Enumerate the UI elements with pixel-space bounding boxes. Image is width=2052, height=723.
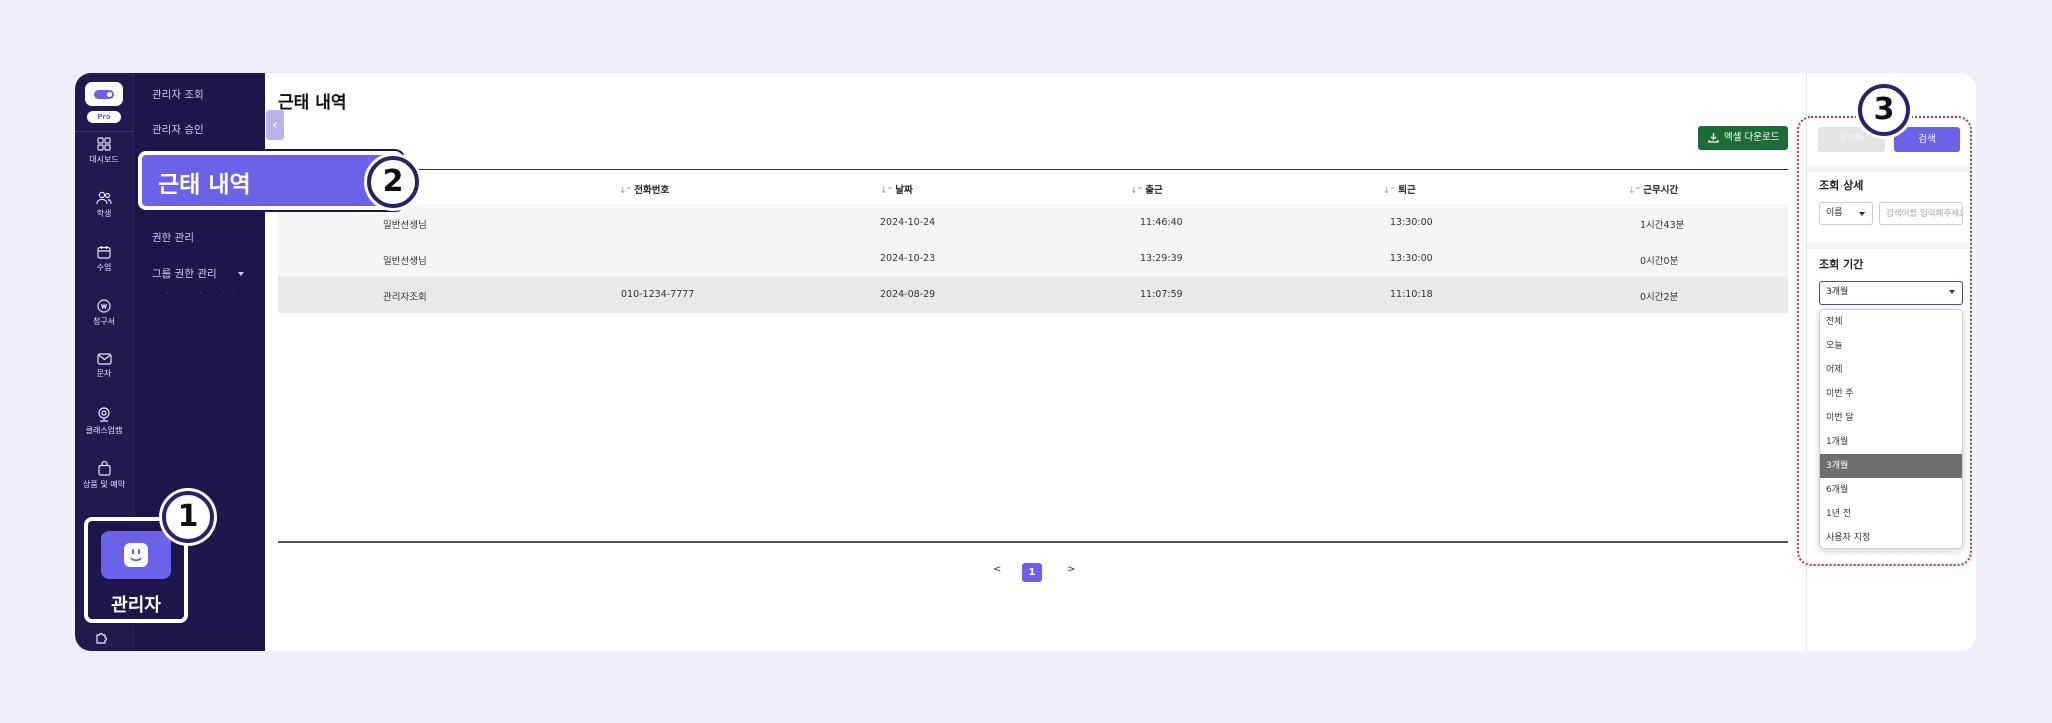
sort-icon: ↓⁼ <box>1383 186 1396 196</box>
cell-work-hours: 1시간43분 <box>1640 220 1685 231</box>
webcam-icon <box>98 407 110 422</box>
rail-item-messages[interactable]: 문자 <box>75 353 133 397</box>
submenu-item-permissions[interactable]: 권한 관리 <box>152 230 194 245</box>
calendar-icon <box>97 246 111 259</box>
column-header-work-hours[interactable]: ↓⁼ 근무시간 <box>1628 182 1678 196</box>
sort-icon: ↓⁼ <box>1130 186 1143 196</box>
table-header: ↓⁼ 전화번호 ↓⁼ 날짜 ↓⁼ 출근 ↓⁼ 퇴근 ↓⁼ 근무시간 <box>278 169 1788 205</box>
table-row[interactable]: 일반선생님 2024-10-23 13:29:39 13:30:00 0시간0분 <box>278 241 1788 277</box>
submenu-placeholder-dots: · · · · · · <box>166 289 239 298</box>
pager-current-page[interactable]: 1 <box>1022 563 1042 582</box>
submenu-item-admin-list[interactable]: 관리자 조회 <box>152 87 204 102</box>
rail-divider <box>75 131 133 132</box>
sort-icon: ↓⁼ <box>619 186 632 196</box>
rail-item-classes[interactable]: 수업 <box>75 245 133 289</box>
step-badge-1: 1 <box>162 491 214 543</box>
submenu-item-admin-approval[interactable]: 관리자 승인 <box>152 122 204 137</box>
submenu-item-group-permissions[interactable]: 그룹 권한 관리 <box>152 266 217 281</box>
cell-date: 2024-10-24 <box>880 217 936 228</box>
rail-item-label: 수업 <box>96 263 112 272</box>
rail-item-label: 대시보드 <box>89 155 119 164</box>
filter-panel-highlight <box>1797 116 1972 566</box>
rail-item-classupcam[interactable]: 클래스업캠 <box>75 407 133 451</box>
cell-clock-out: 13:30:00 <box>1390 253 1433 264</box>
excel-download-button[interactable]: 엑셀 다운로드 <box>1698 126 1788 150</box>
sort-icon: ↓⁼ <box>1628 186 1641 196</box>
users-icon <box>96 191 112 205</box>
cell-work-hours: 0시간2분 <box>1640 292 1679 303</box>
rail-item-dashboard[interactable]: 대시보드 <box>75 137 133 181</box>
toggle-logo-icon <box>94 90 114 99</box>
cell-work-hours: 0시간0분 <box>1640 256 1679 267</box>
cell-clock-out: 11:10:18 <box>1390 289 1433 300</box>
rail-item-label: 학생 <box>96 209 112 218</box>
cell-phone: 010-1234-7777 <box>621 289 695 300</box>
table-bottom-border <box>278 541 1788 543</box>
column-header-phone[interactable]: ↓⁼ 전화번호 <box>619 182 669 196</box>
step-badge-2: 2 <box>367 156 419 208</box>
column-header-date[interactable]: ↓⁼ 날짜 <box>880 182 913 196</box>
cell-clock-in: 11:07:59 <box>1140 289 1183 300</box>
attendance-menu-label: 근태 내역 <box>158 172 251 198</box>
download-icon <box>1708 133 1719 143</box>
column-header-clock-out[interactable]: ↓⁼ 퇴근 <box>1383 182 1416 196</box>
pager-prev-button[interactable]: < <box>993 564 1001 575</box>
bag-icon <box>97 461 111 476</box>
main-content: 근태 내역 엑셀 다운로드 ↓⁼ 전화번호 ↓⁼ 날짜 ↓⁼ 출근 ↓⁼ 퇴근 ↓⁼ 근무… <box>265 73 1806 651</box>
rail-item-products[interactable]: 상품 및 예약 <box>75 461 133 505</box>
cell-clock-out: 13:30:00 <box>1390 217 1433 228</box>
cell-clock-in: 13:29:39 <box>1140 253 1183 264</box>
cell-name: 일반선생님 <box>383 220 427 231</box>
pro-badge: Pro <box>87 111 121 123</box>
table-row[interactable]: 관리자조회 010-1234-7777 2024-08-29 11:07:59 … <box>278 277 1788 313</box>
column-header-clock-in[interactable]: ↓⁼ 출근 <box>1130 182 1163 196</box>
rail-item-label: 클래스업캠 <box>85 426 123 435</box>
cell-date: 2024-10-23 <box>880 253 936 264</box>
excel-download-label: 엑셀 다운로드 <box>1724 132 1780 143</box>
coin-icon <box>97 299 111 313</box>
rail-item-students[interactable]: 학생 <box>75 191 133 235</box>
step-badge-3: 3 <box>1858 84 1910 136</box>
cell-date: 2024-08-29 <box>880 289 936 300</box>
sort-icon: ↓⁼ <box>880 186 893 196</box>
puzzle-icon[interactable] <box>95 629 109 648</box>
rail-item-label: 상품 및 예약 <box>83 480 125 489</box>
attendance-table: ↓⁼ 전화번호 ↓⁼ 날짜 ↓⁼ 출근 ↓⁼ 퇴근 ↓⁼ 근무시간 일반선생님 2024-… <box>278 169 1788 313</box>
admin-avatar <box>101 531 171 579</box>
cell-name: 관리자조회 <box>383 292 427 303</box>
page-title: 근태 내역 <box>278 93 347 113</box>
mail-icon <box>96 353 112 365</box>
attendance-menu-highlight[interactable]: 근태 내역 <box>138 151 403 210</box>
smile-face-icon <box>124 543 148 567</box>
rail-item-label: 문자 <box>96 369 112 378</box>
grid-icon <box>97 137 111 151</box>
app-logo[interactable] <box>85 82 123 106</box>
admin-menu-label: 관리자 <box>111 595 161 616</box>
chevron-down-icon[interactable] <box>238 272 244 276</box>
cell-clock-in: 11:46:40 <box>1140 217 1183 228</box>
cell-name: 일반선생님 <box>383 256 427 267</box>
rail-item-label: 청구서 <box>92 317 116 326</box>
pager-next-button[interactable]: > <box>1067 564 1075 575</box>
table-row[interactable]: 일반선생님 2024-10-24 11:46:40 13:30:00 1시간43… <box>278 205 1788 241</box>
rail-item-invoices[interactable]: 청구서 <box>75 299 133 343</box>
